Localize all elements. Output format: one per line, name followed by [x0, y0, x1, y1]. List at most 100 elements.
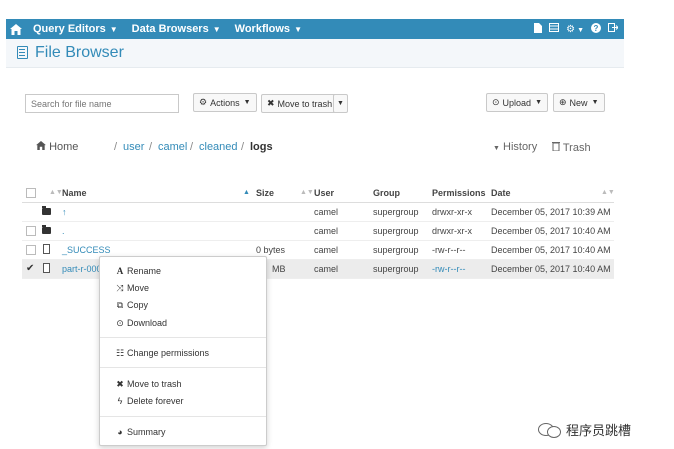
menu-item-label: Move [127, 283, 150, 293]
wechat-logo-icon [538, 422, 561, 438]
file-name-link[interactable]: . [62, 226, 65, 236]
table-header: ▲▼ Name ▲ Size ▲▼ User Group Permissions… [22, 184, 615, 203]
bolt-icon: ϟ [117, 396, 123, 406]
page-header: File Browser [6, 39, 624, 68]
menu-item-move[interactable]: ⤨ Move [114, 281, 149, 295]
file-icon [43, 244, 50, 254]
file-permissions: drwxr-xr-x [432, 226, 472, 236]
breadcrumb-user[interactable]: user [123, 141, 144, 153]
row-checkbox[interactable] [26, 226, 36, 236]
menu-divider [100, 337, 266, 338]
column-header-group[interactable]: Group [373, 188, 400, 198]
menu-item-summary[interactable]: ◕ Summary [114, 425, 166, 439]
column-header-size[interactable]: Size [256, 188, 274, 198]
upload-button[interactable]: ⊙ Upload ▼ [486, 93, 549, 112]
menu-item-download[interactable]: ⊙ Download [114, 316, 167, 330]
sort-icon: ▲▼ [300, 189, 314, 196]
menu-item-rename[interactable]: A Rename [114, 264, 161, 278]
search-input[interactable] [25, 94, 179, 113]
row-checkbox[interactable] [26, 245, 36, 255]
close-icon: ✖ [267, 98, 275, 108]
top-navbar: Query Editors ▼ Data Browsers ▼ Workflow… [6, 19, 624, 39]
breadcrumb-separator: / [241, 141, 245, 153]
nav-workflows[interactable]: Workflows ▼ [228, 23, 309, 35]
breadcrumb-camel[interactable]: camel [158, 141, 187, 153]
breadcrumb-cleaned[interactable]: cleaned [199, 141, 238, 153]
breadcrumb-separator: / [114, 141, 118, 153]
help-icon[interactable]: ? [591, 22, 601, 36]
watermark: 程序员跳槽 [538, 420, 631, 439]
caret-down-icon: ▼ [493, 145, 500, 152]
nav-data-browsers[interactable]: Data Browsers ▼ [125, 23, 228, 35]
menu-item-label: Move to trash [127, 379, 182, 389]
table-row[interactable]: . camel supergroup drwxr-xr-x December 0… [22, 222, 614, 241]
breadcrumb-home-label: Home [49, 141, 79, 153]
upload-label: Upload [502, 97, 532, 108]
nav-query-editors-label: Query Editors [33, 23, 106, 35]
table-row[interactable]: ↑ camel supergroup drwxr-xr-x December 0… [22, 203, 614, 222]
sort-icon: ▲▼ [49, 189, 63, 196]
column-header-name[interactable]: Name [62, 188, 87, 198]
actions-button[interactable]: ⚙ Actions ▼ [193, 93, 257, 112]
nav-query-editors[interactable]: Query Editors ▼ [26, 23, 125, 35]
breadcrumb-home[interactable]: Home [36, 141, 78, 153]
new-button[interactable]: ⊕ New ▼ [553, 93, 605, 112]
breadcrumb-separator: / [190, 141, 194, 153]
file-icon[interactable] [534, 22, 543, 36]
file-permissions[interactable]: -rw-r--r-- [432, 264, 465, 274]
file-name-link[interactable]: part-r-000 [62, 264, 102, 274]
trash-link[interactable]: Trash [552, 141, 591, 154]
menu-item-move-to-trash[interactable]: ✖ Move to trash [114, 377, 182, 391]
page-title: File Browser [35, 44, 124, 61]
file-name-link[interactable]: _SUCCESS [62, 245, 111, 255]
file-user: camel [314, 207, 339, 217]
file-permissions: -rw-r--r-- [432, 245, 466, 255]
menu-item-label: Change permissions [127, 348, 210, 358]
home-icon [36, 141, 46, 150]
table-icon[interactable] [549, 23, 560, 35]
move-to-trash-dropdown[interactable]: ▼ [333, 94, 348, 113]
svg-text:?: ? [594, 24, 599, 33]
menu-divider [100, 367, 266, 368]
folder-icon [42, 206, 51, 215]
chevron-down-icon: ▼ [294, 24, 302, 34]
pie-chart-icon: ◕ [117, 427, 123, 437]
history-label: History [503, 141, 538, 153]
chevron-down-icon: ▼ [109, 24, 118, 34]
folder-icon [42, 225, 51, 234]
chevron-down-icon: ▼ [337, 100, 344, 107]
file-name-link[interactable]: ↑ [62, 207, 67, 217]
menu-item-label: Download [127, 318, 168, 328]
select-all-checkbox[interactable] [26, 188, 36, 198]
menu-divider [100, 416, 266, 417]
menu-item-label: Summary [127, 427, 166, 437]
navbar-right-icons: ⚙ ▼ ? [534, 22, 624, 36]
sort-asc-icon[interactable]: ▲ [243, 189, 250, 196]
history-link[interactable]: ▼ History [493, 141, 537, 153]
move-to-trash-button[interactable]: ✖ Move to trash [261, 94, 339, 113]
file-user: camel [314, 245, 339, 255]
file-group: supergroup [373, 264, 419, 274]
copy-icon: ⧉ [116, 299, 124, 310]
menu-item-copy[interactable]: ⧉ Copy [114, 298, 148, 312]
file-user: camel [314, 264, 339, 274]
home-icon[interactable] [6, 23, 26, 35]
menu-item-label: Copy [127, 300, 149, 310]
menu-item-change-permissions[interactable]: ☷ Change permissions [114, 346, 209, 360]
download-icon: ⊙ [116, 317, 124, 328]
menu-item-delete-forever[interactable]: ϟ Delete forever [114, 394, 184, 408]
column-header-user[interactable]: User [314, 188, 334, 198]
column-header-permissions[interactable]: Permissions [432, 188, 486, 198]
gears-icon[interactable]: ⚙ ▼ [566, 24, 584, 35]
breadcrumb-separator: / [149, 141, 153, 153]
trash-icon [552, 142, 560, 152]
new-label: New [569, 97, 588, 108]
file-date: December 05, 2017 10:40 AM [491, 264, 611, 274]
file-user: camel [314, 226, 339, 236]
close-icon: ✖ [116, 378, 124, 389]
checkmark-icon[interactable]: ✔ [26, 263, 34, 274]
column-header-date[interactable]: Date [491, 188, 511, 198]
chevron-down-icon: ▼ [577, 26, 584, 34]
sign-out-icon[interactable] [608, 23, 619, 35]
list-alt-icon: ☷ [115, 347, 125, 358]
